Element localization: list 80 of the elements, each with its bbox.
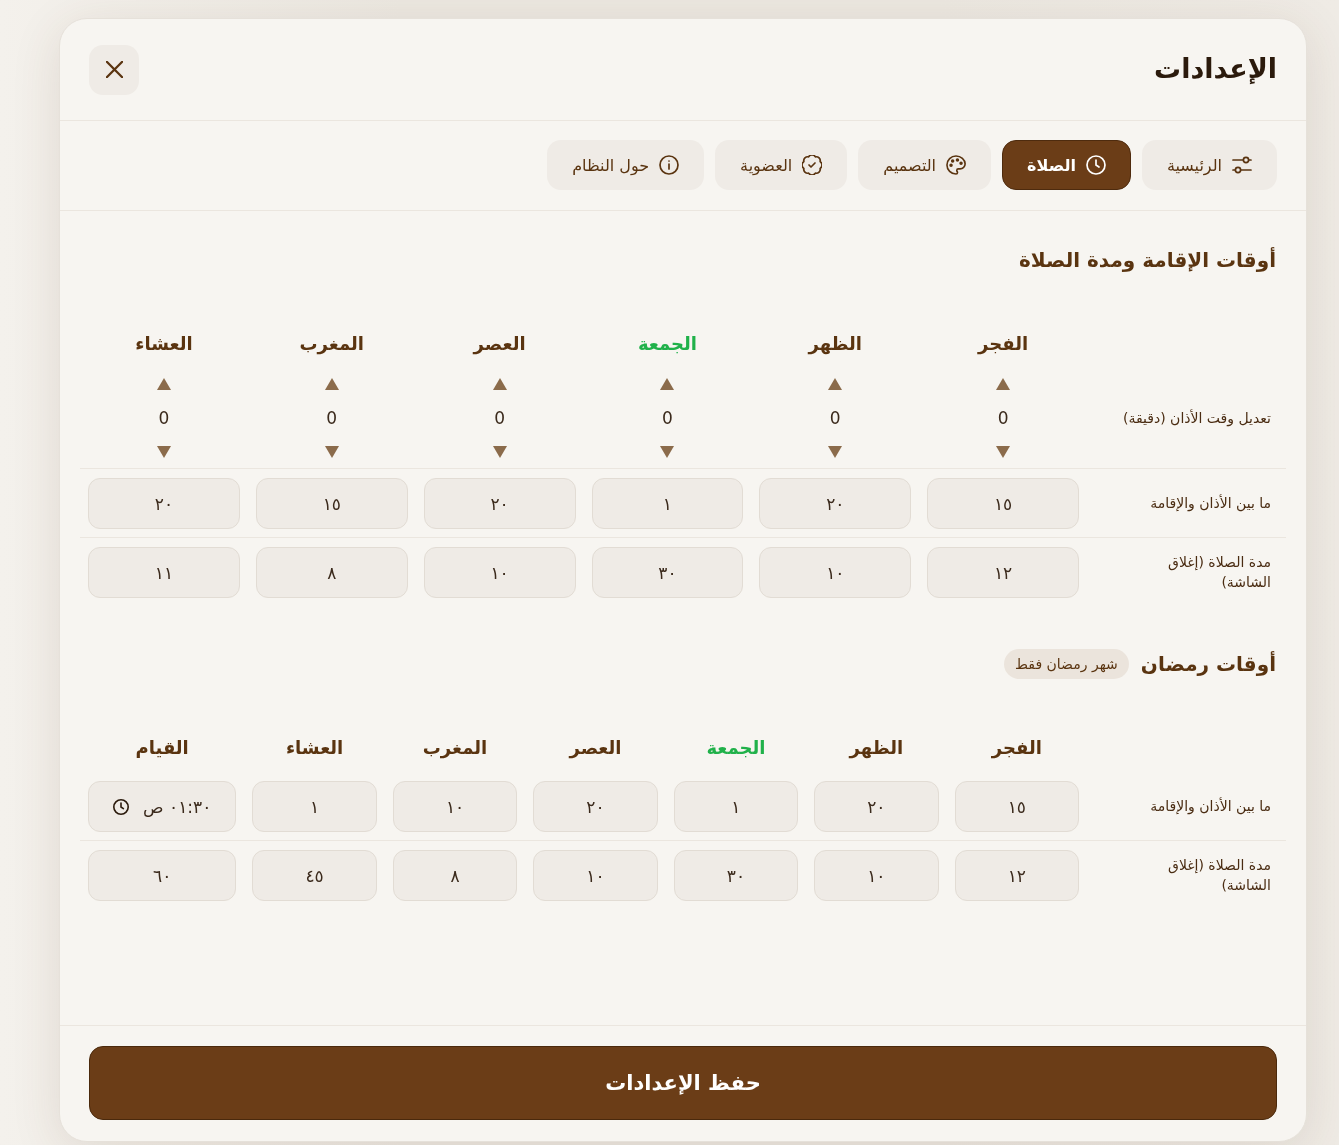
stepper-value: 0 (997, 409, 1009, 427)
number-field[interactable]: ٢٠ (814, 781, 939, 832)
stepper-value: 0 (494, 409, 505, 427)
badge: شهر رمضان فقط (1004, 649, 1129, 679)
column-header: الظهر (849, 736, 904, 758)
triangle-up-icon[interactable] (492, 378, 507, 390)
triangle-up-icon[interactable] (828, 378, 843, 390)
number-field[interactable]: ٢٠ (533, 781, 658, 832)
column-header: المغرب (422, 736, 488, 758)
row-label: ما بين الأذان والإقامة (1150, 796, 1271, 817)
number-field[interactable]: ١ (591, 478, 744, 529)
number-field[interactable]: ٨ (255, 547, 408, 598)
triangle-up-icon[interactable] (324, 378, 339, 390)
close-icon (105, 61, 123, 78)
stepper-value: 0 (326, 409, 338, 427)
tab[interactable]: الرئيسية (1141, 140, 1277, 190)
column-header: الجمعة (706, 736, 766, 758)
close-button[interactable] (89, 44, 139, 95)
save-button[interactable]: حفظ الإعدادات (89, 1046, 1277, 1120)
column-header: العصر (569, 736, 622, 758)
row-label: مدة الصلاة (إغلاق الشاشة) (1167, 552, 1271, 592)
number-field[interactable]: ٣٠ (591, 547, 744, 598)
number-field[interactable]: ٢٠ (88, 478, 240, 529)
triangle-down-icon[interactable] (660, 446, 675, 458)
number-field[interactable]: ١٢ (954, 850, 1079, 901)
triangle-down-icon[interactable] (324, 446, 339, 458)
row-label: مدة الصلاة (إغلاق الشاشة) (1167, 855, 1271, 895)
triangle-down-icon[interactable] (996, 446, 1011, 458)
column-header: الظهر (808, 332, 863, 354)
number-field[interactable]: ١٥ (927, 478, 1079, 529)
palette-icon (946, 155, 967, 175)
number-field[interactable]: ١٠ (759, 547, 912, 598)
column-header: القيام (135, 736, 189, 758)
number-field[interactable]: ١٠ (423, 547, 576, 598)
dialog-title: الإعدادات (1154, 53, 1277, 86)
triangle-up-icon[interactable] (996, 378, 1011, 390)
triangle-up-icon[interactable] (156, 378, 171, 390)
triangle-up-icon[interactable] (660, 378, 675, 390)
tab[interactable]: التصميم (858, 140, 992, 190)
number-field[interactable]: ١٠ (392, 781, 518, 832)
column-header: الفجر (991, 736, 1042, 758)
number-field[interactable]: ٣٠ (673, 850, 799, 901)
number-field[interactable]: ١٠ (814, 850, 939, 901)
clock-icon (1085, 155, 1106, 175)
stepper-value: 0 (662, 409, 673, 427)
number-field[interactable]: ١٢ (927, 547, 1079, 598)
number-field[interactable]: ١٠ (533, 850, 658, 901)
tab[interactable]: الصلاة (1002, 140, 1131, 190)
sliders-icon (1232, 155, 1252, 175)
triangle-down-icon[interactable] (492, 446, 507, 458)
column-header: الجمعة (637, 332, 697, 354)
column-header: المغرب (299, 332, 364, 354)
section-title: أوقات رمضان (1140, 651, 1276, 677)
number-field[interactable]: ٦٠ (88, 850, 237, 901)
row-label: ما بين الأذان والإقامة (1150, 493, 1271, 514)
number-field[interactable]: ١ (673, 781, 799, 832)
row-label: تعديل وقت الأذان (دقيقة) (1123, 408, 1271, 429)
number-field[interactable]: ٨ (392, 850, 518, 901)
column-header: الفجر (978, 332, 1029, 354)
column-header: العشاء (135, 332, 193, 354)
section-title: أوقات الإقامة ومدة الصلاة (1019, 247, 1276, 273)
clock-icon[interactable] (113, 798, 129, 815)
time-field[interactable]: ٠١:٣٠ ص (88, 781, 237, 832)
triangle-down-icon[interactable] (828, 446, 843, 458)
check-badge-icon (802, 155, 823, 175)
column-header: العشاء (285, 736, 344, 758)
column-header: العصر (473, 332, 526, 354)
number-field[interactable]: ١١ (88, 547, 240, 598)
number-field[interactable]: ٢٠ (759, 478, 912, 529)
triangle-down-icon[interactable] (156, 446, 171, 458)
info-icon (659, 155, 680, 175)
number-field[interactable]: ٤٥ (252, 850, 377, 901)
number-field[interactable]: ١٥ (255, 478, 408, 529)
number-field[interactable]: ١ (252, 781, 377, 832)
stepper-value: 0 (829, 409, 841, 427)
number-field[interactable]: ٢٠ (423, 478, 576, 529)
number-field[interactable]: ١٥ (954, 781, 1079, 832)
tab[interactable]: العضوية (715, 140, 848, 190)
tab[interactable]: حول النظام (547, 140, 705, 190)
stepper-value: 0 (158, 409, 170, 427)
